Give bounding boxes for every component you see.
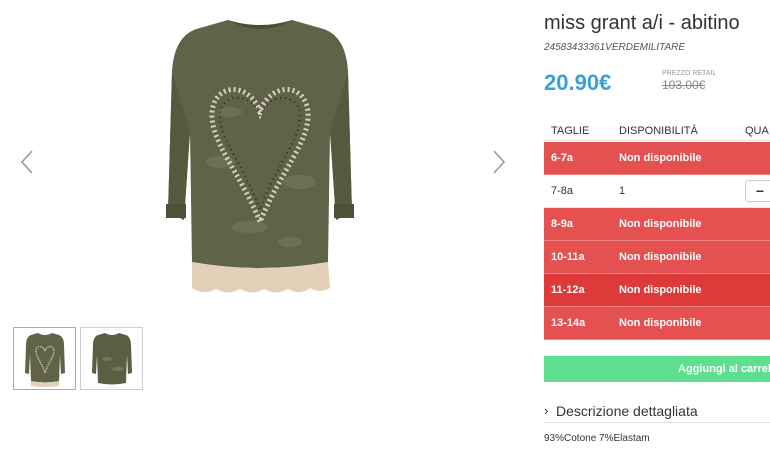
chevron-left-icon[interactable]	[18, 148, 38, 176]
size-label: 8-9a	[551, 218, 574, 230]
thumbnail-front[interactable]	[13, 327, 76, 390]
size-row: 13-14a Non disponibile	[544, 307, 770, 340]
add-to-cart-button[interactable]: Aggiungi al carrello	[544, 356, 770, 382]
retail-price: 103.00€	[662, 78, 706, 92]
availability-label: Non disponibile	[619, 317, 702, 329]
header-size: TAGLIE	[551, 125, 590, 137]
thumbnail-back[interactable]	[80, 327, 143, 390]
thumbnail-strip	[13, 327, 143, 390]
header-availability: DISPONIBILITÀ	[619, 125, 698, 137]
size-label: 6-7a	[551, 152, 574, 164]
sizes-table: 6-7a Non disponibile 7-8a 1 − 8-9a Non d…	[544, 142, 770, 340]
availability-label: 1	[619, 185, 626, 197]
size-label: 13-14a	[551, 317, 586, 329]
product-composition: 93%Cotone 7%Elastam	[544, 433, 650, 444]
description-toggle-label: Descrizione dettagliata	[556, 402, 698, 419]
availability-label: Non disponibile	[619, 152, 702, 164]
size-row: 11-12a Non disponibile	[544, 274, 770, 307]
size-row: 10-11a Non disponibile	[544, 241, 770, 274]
size-label: 10-11a	[551, 251, 585, 263]
availability-label: Non disponibile	[619, 218, 702, 230]
product-price: 20.90€	[544, 70, 612, 95]
product-sku: 24583433361VERDEMILITARE	[544, 42, 686, 53]
add-to-cart-label: Aggiungi al carrello	[678, 363, 770, 375]
sizes-table-header: TAGLIE DISPONIBILITÀ QUA	[544, 125, 770, 141]
quantity-decrease-button[interactable]: −	[745, 180, 770, 202]
size-row: 6-7a Non disponibile	[544, 142, 770, 175]
size-label: 7-8a	[551, 185, 574, 197]
size-label: 11-12a	[551, 284, 585, 296]
size-row: 8-9a Non disponibile	[544, 208, 770, 241]
chevron-right-icon: ›	[544, 403, 549, 418]
availability-label: Non disponibile	[619, 284, 702, 296]
availability-label: Non disponibile	[619, 251, 702, 263]
product-main-image	[160, 12, 360, 297]
product-details: miss grant a/i - abitino 24583433361VERD…	[544, 0, 770, 460]
retail-price-label: PREZZO RETAIL	[662, 70, 717, 77]
header-quantity: QUA	[745, 125, 769, 137]
description-toggle[interactable]: › Descrizione dettagliata	[544, 399, 770, 423]
chevron-right-icon[interactable]	[488, 148, 508, 176]
product-gallery	[0, 0, 520, 460]
size-row: 7-8a 1 −	[544, 175, 770, 208]
product-title: miss grant a/i - abitino	[544, 12, 740, 34]
